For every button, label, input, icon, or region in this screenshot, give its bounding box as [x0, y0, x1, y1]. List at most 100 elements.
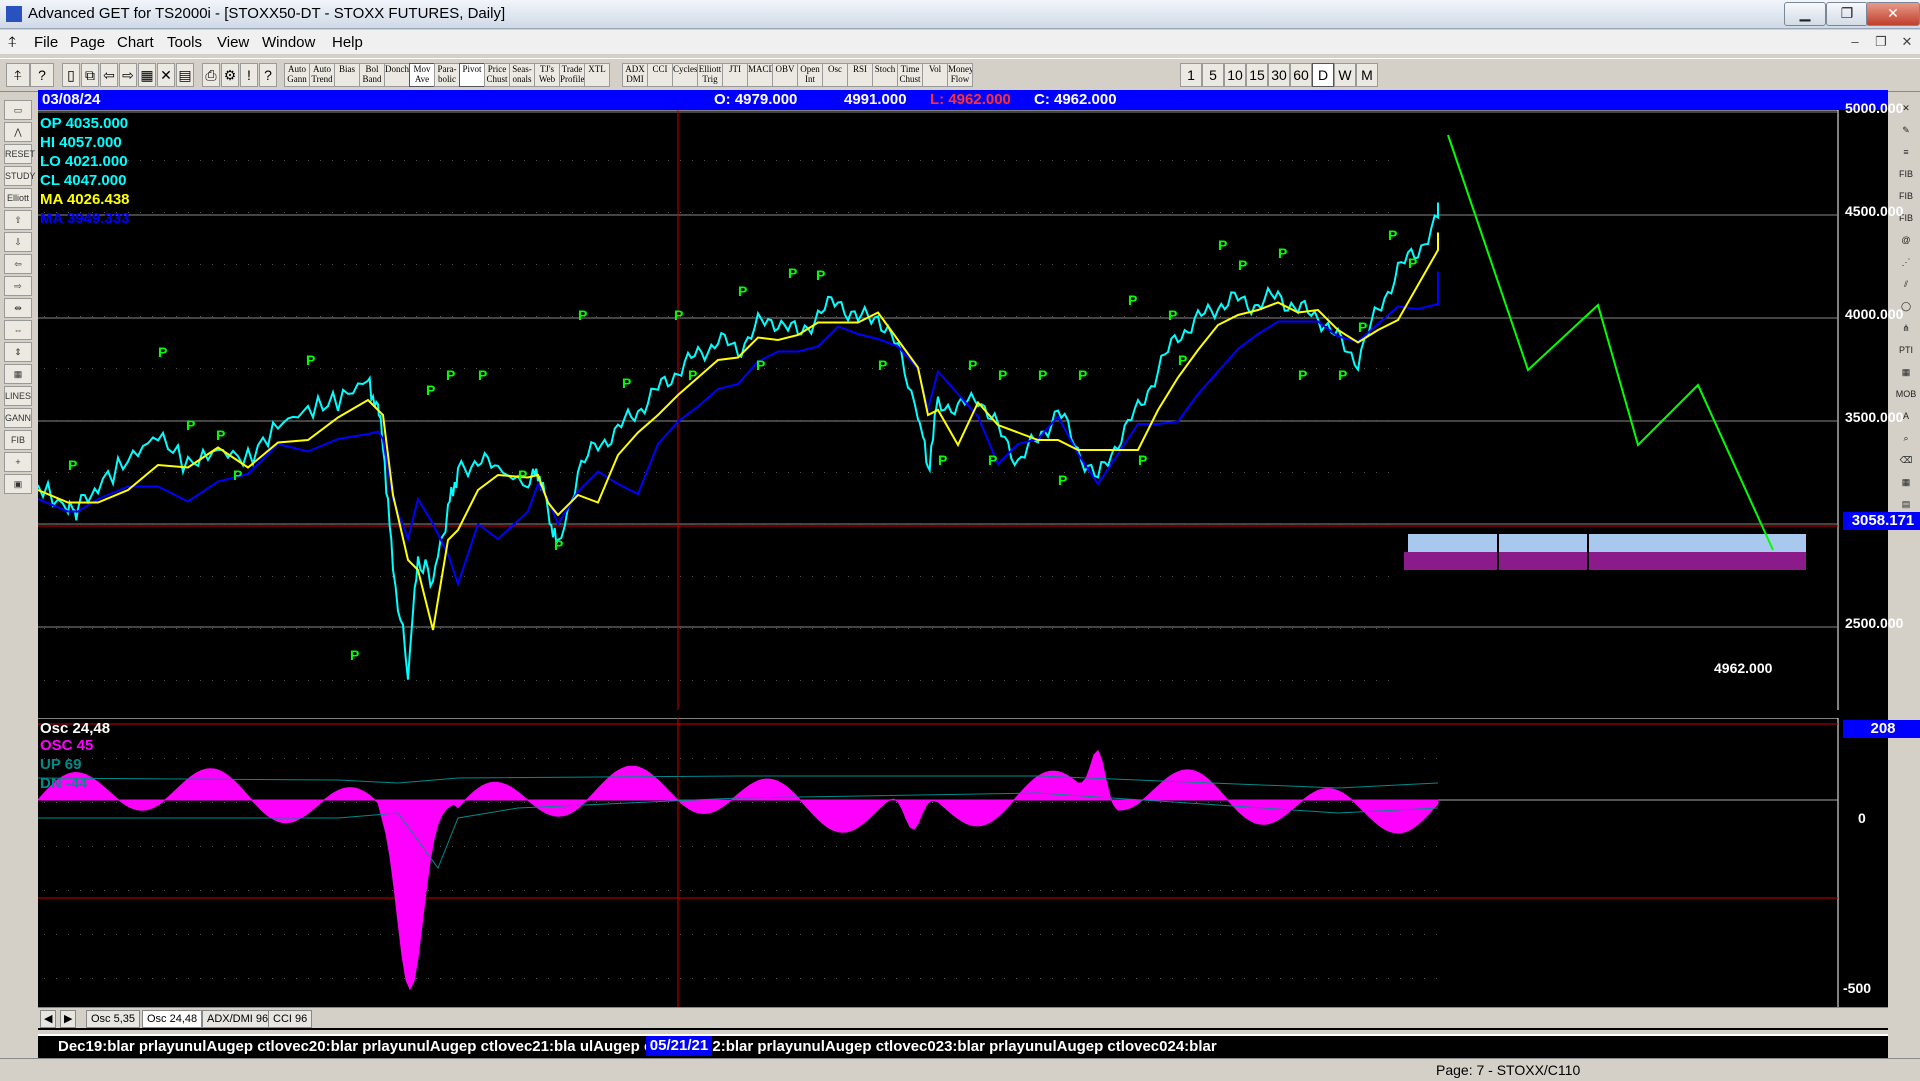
study-button-adx-dmi[interactable]: ADX DMI [622, 63, 648, 87]
menu-help[interactable]: Help [332, 34, 363, 51]
layout-icon[interactable]: ▤ [176, 63, 194, 87]
pointer-icon[interactable]: ⍏ [6, 63, 30, 87]
crosshair-icon[interactable]: ✕ [157, 63, 175, 87]
study-button-trade-profile[interactable]: Trade Profile [559, 63, 585, 87]
print-icon[interactable]: ⎙ [202, 63, 220, 87]
mdi-close-button[interactable]: ✕ [1896, 33, 1918, 51]
tab-osc-5-35[interactable]: Osc 5,35 [86, 1010, 141, 1028]
tab-cci[interactable]: CCI 96 [268, 1010, 313, 1028]
interval-button-15[interactable]: 15 [1246, 63, 1268, 87]
interval-button-10[interactable]: 10 [1224, 63, 1246, 87]
menu-page[interactable]: Page [70, 34, 105, 51]
menu-tools[interactable]: Tools [167, 34, 202, 51]
study-button-pivot[interactable]: Pivot [459, 63, 485, 87]
bulb-icon[interactable]: ! [240, 63, 258, 87]
arrow-left-icon[interactable]: ⇦ [4, 254, 32, 274]
arrow-down-icon[interactable]: ⇩ [4, 232, 32, 252]
reset-icon[interactable]: RESET [4, 144, 35, 164]
study-button-open-int[interactable]: Open Int [797, 63, 823, 87]
new-page-icon[interactable]: ▯ [62, 63, 80, 87]
interval-button-M[interactable]: M [1356, 63, 1378, 87]
menu-chart[interactable]: Chart [117, 34, 154, 51]
study-button-elliott-trig[interactable]: Elliott Trig [697, 63, 723, 87]
scale-icon[interactable]: ⇕ [4, 342, 32, 362]
study-button-auto-trend[interactable]: Auto Trend [309, 63, 335, 87]
forward-icon[interactable]: ⇨ [119, 63, 137, 87]
book-icon[interactable]: ▤ [1895, 496, 1917, 512]
study-button-vol[interactable]: Vol [922, 63, 948, 87]
arrow-up-icon[interactable]: ⇧ [4, 210, 32, 230]
study-button-macd[interactable]: MACD [747, 63, 773, 87]
study-button-auto-gann[interactable]: Auto Gann [284, 63, 310, 87]
back-icon[interactable]: ⇦ [100, 63, 118, 87]
zoom-icon[interactable]: ⌕ [1895, 430, 1917, 446]
menu-window[interactable]: Window [262, 34, 315, 51]
pti-icon[interactable]: PTI [1895, 342, 1917, 358]
study-button-money-flow[interactable]: Money Flow [947, 63, 973, 87]
arrow-right-icon[interactable]: ⇨ [4, 276, 32, 296]
menu-file[interactable]: File [34, 34, 58, 51]
study-button-bol-band[interactable]: Bol Band [359, 63, 385, 87]
minimize-button[interactable]: ▁ [1784, 2, 1826, 26]
zigzag-icon[interactable]: ⋀ [4, 122, 32, 142]
whatis-icon[interactable]: ? [259, 63, 277, 87]
study-button-osc[interactable]: Osc [822, 63, 848, 87]
study-button-cci[interactable]: CCI [647, 63, 673, 87]
copy-icon[interactable]: ⧉ [81, 63, 99, 87]
interval-button-1[interactable]: 1 [1180, 63, 1202, 87]
grid-icon[interactable]: ▦ [138, 63, 156, 87]
study-button-donch[interactable]: Donch [384, 63, 410, 87]
eraser-icon[interactable]: ⌫ [1895, 452, 1917, 468]
fan-icon[interactable]: ⋰ [1895, 254, 1917, 270]
gann-icon[interactable]: GANN [4, 408, 32, 428]
tab-adx-dmi[interactable]: ADX/DMI 96 [202, 1010, 274, 1028]
study-button-price-chust[interactable]: Price Chust [484, 63, 510, 87]
study-button-jti[interactable]: JTI [722, 63, 748, 87]
help-cursor-icon[interactable]: ? [30, 63, 54, 87]
study-button-time-chust[interactable]: Time Chust [897, 63, 923, 87]
study-button-stoch[interactable]: Stoch [872, 63, 898, 87]
compress-icon[interactable]: ⇹ [4, 298, 32, 318]
cross-icon[interactable]: + [4, 452, 32, 472]
study-button-para-bolic[interactable]: Para- bolic [434, 63, 460, 87]
mob-icon[interactable]: MOB [1895, 386, 1917, 402]
grid2-icon[interactable]: ▦ [1895, 474, 1917, 490]
chart-area[interactable]: 03/08/24 O: 4979.000 4991.000 L: 4962.00… [38, 90, 1920, 1030]
table-icon[interactable]: ▦ [4, 364, 32, 384]
interval-button-30[interactable]: 30 [1268, 63, 1290, 87]
study-button-tj-s-web[interactable]: TJ's Web [534, 63, 560, 87]
channel-icon[interactable]: ⫽ [1895, 276, 1917, 292]
fib-ret-icon[interactable]: FIB [1895, 166, 1917, 182]
expand-icon[interactable]: ⇔ [4, 320, 32, 340]
lines-icon[interactable]: LINES [4, 386, 32, 406]
export-icon[interactable]: ▣ [4, 474, 32, 494]
tab-prev-icon[interactable]: ◀ [40, 1010, 57, 1028]
elliott-icon[interactable]: Elliott [4, 188, 32, 208]
fib-icon[interactable]: FIB [4, 430, 32, 450]
menu-view[interactable]: View [217, 34, 249, 51]
maximize-button[interactable]: ❐ [1826, 2, 1868, 26]
settings-icon[interactable]: ⚙ [221, 63, 239, 87]
study-button-cycles[interactable]: Cycles [672, 63, 698, 87]
interval-button-W[interactable]: W [1334, 63, 1356, 87]
mdi-restore-button[interactable]: ❐ [1870, 33, 1892, 51]
study-button-bias[interactable]: Bias [334, 63, 360, 87]
study-button-mov-ave[interactable]: Mov Ave [409, 63, 435, 87]
oscillator-chart[interactable] [38, 718, 1888, 1018]
pitchfork-icon[interactable]: ⋔ [1895, 320, 1917, 336]
app-menu-icon[interactable]: ⍏ [8, 34, 17, 51]
study-button-obv[interactable]: OBV [772, 63, 798, 87]
interval-button-60[interactable]: 60 [1290, 63, 1312, 87]
close-button[interactable]: ✕ [1866, 2, 1920, 26]
spiral-icon[interactable]: @ [1895, 232, 1917, 248]
lines-icon[interactable]: ≡ [1895, 144, 1917, 160]
study-button-seas-onals[interactable]: Seas- onals [509, 63, 535, 87]
interval-button-5[interactable]: 5 [1202, 63, 1224, 87]
price-chart[interactable]: PPPPPPPPP PPPPPPPPPP PPPPPP PPPPPPPPPPP PPPP [38, 110, 1888, 710]
folder-icon[interactable]: ▭ [4, 100, 32, 120]
grid-icon[interactable]: ▦ [1895, 364, 1917, 380]
pen-icon[interactable]: ✎ [1895, 122, 1917, 138]
fib-ext-icon[interactable]: FIB [1895, 188, 1917, 204]
study-button-xtl[interactable]: XTL [584, 63, 610, 87]
mdi-minimize-button[interactable]: – [1844, 33, 1866, 51]
